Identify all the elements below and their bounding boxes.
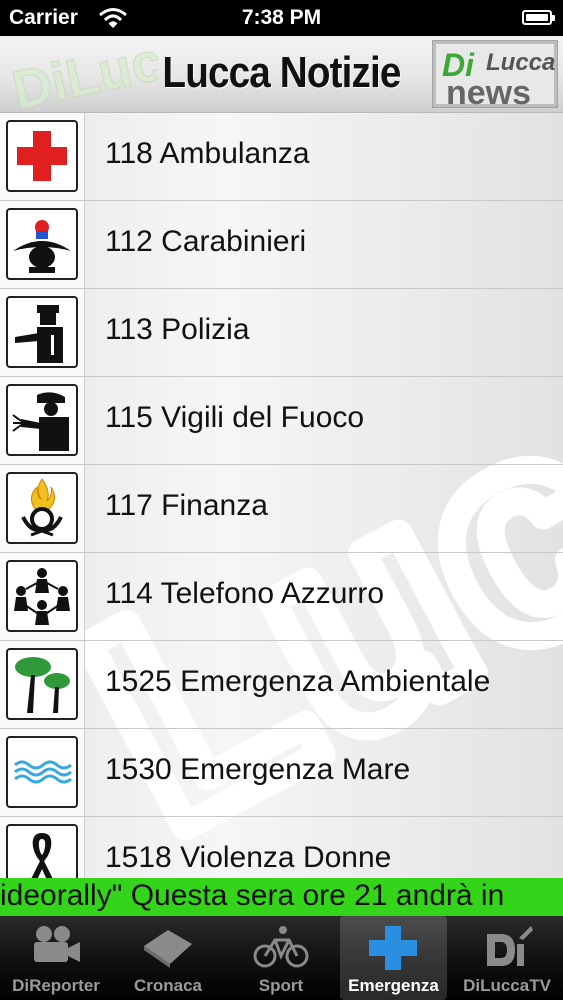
tab-label: Emergenza [348,976,439,995]
list-item[interactable]: 115 Vigili del Fuoco [0,377,563,465]
carabiniere-icon [13,220,71,273]
clock: 7:38 PM [241,6,322,29]
list-item[interactable]: 113 Polizia [0,289,563,377]
tab-emergenza[interactable]: Emergenza [340,916,447,1000]
video-camera-icon [34,926,80,962]
firefighter-icon [12,392,69,451]
svg-text:news: news [446,74,531,108]
icon-cell [0,113,85,200]
list-item-label: 117 Finanza [105,489,268,522]
children-circle-icon [14,568,70,625]
tab-label: DiLuccaTV [463,976,551,995]
list-item-label: 114 Telefono Azzurro [105,577,385,610]
trees-icon [15,657,70,713]
tab-label: Sport [258,976,304,995]
bicycle-icon [253,926,309,968]
icon-cell [0,641,85,728]
app-header: DiLucca Lucca Notizie Di Lucca news [0,36,563,113]
dilucca-news-logo: Di Lucca news [432,40,558,108]
list-item-label: 1525 Emergenza Ambientale [105,665,491,698]
tab-cronaca[interactable]: Cronaca [112,916,224,1000]
svg-text:Lucca: Lucca [486,49,555,76]
icon-cell [0,201,85,288]
list-item[interactable]: 1525 Emergenza Ambientale [0,641,563,729]
tab-label: DiReporter [12,976,100,995]
list-item[interactable]: 112 Carabinieri [0,201,563,289]
list-item[interactable]: 1518 Violenza Donne [0,817,563,878]
list-item-label: 112 Carabinieri [105,225,307,258]
icon-cell [0,817,85,878]
tab-diluccatv[interactable]: DiLuccaTV [451,916,563,1000]
status-bar: Carrier 7:38 PM [0,0,563,36]
battery-icon [522,10,555,25]
list-item[interactable]: 1530 Emergenza Mare [0,729,563,817]
red-cross-icon [17,131,67,181]
ribbon-icon [31,833,53,878]
news-ticker[interactable]: ideorally" Questa sera ore 21 andrà in [0,878,563,916]
list-item-label: 118 Ambulanza [105,137,310,170]
ticker-text: ideorally" Questa sera ore 21 andrà in [0,879,505,912]
icon-cell [0,289,85,376]
blue-cross-icon [369,926,417,970]
list-item[interactable]: 114 Telefono Azzurro [0,553,563,641]
icon-cell [0,377,85,464]
list-item-label: 1530 Emergenza Mare [105,753,411,786]
icon-cell [0,465,85,552]
emergency-list: Lucca 118 Ambulanza 112 Carabinieri 113 … [0,113,563,878]
tab-sport[interactable]: Sport [225,916,337,1000]
tab-bar: DiReporter Cronaca Sport Emergenza DiLuc… [0,916,563,1000]
flame-emblem-icon [21,478,63,537]
tab-label: Cronaca [133,976,203,995]
list-item-label: 115 Vigili del Fuoco [105,401,365,434]
list-item-label: 113 Polizia [105,313,250,346]
list-item[interactable]: 117 Finanza [0,465,563,553]
list-item-label: 1518 Violenza Donne [105,841,392,874]
diluccatv-logo-icon [487,926,533,966]
list-item[interactable]: 118 Ambulanza [0,113,563,201]
tab-direporter[interactable]: DiReporter [0,916,112,1000]
icon-cell [0,729,85,816]
newspaper-icon [144,930,192,968]
police-officer-icon [15,305,63,363]
waves-icon [14,760,72,784]
icon-cell [0,553,85,640]
